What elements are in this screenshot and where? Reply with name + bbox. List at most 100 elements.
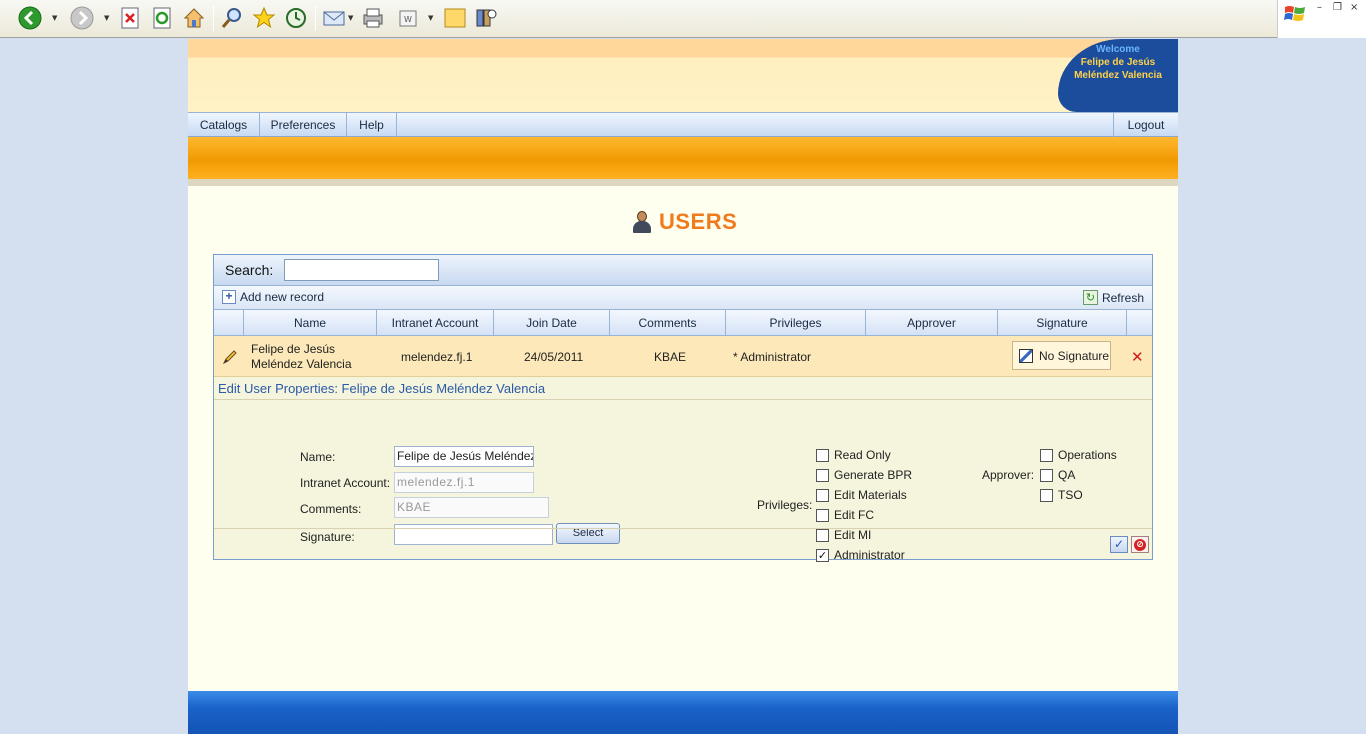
cell-comments: KBAE — [654, 349, 687, 364]
research-icon[interactable] — [474, 6, 498, 30]
header-signature[interactable]: Signature — [998, 310, 1127, 336]
restore-icon[interactable]: ❐ — [1333, 2, 1342, 13]
edit-mi-label: Edit MI — [834, 528, 872, 542]
mail-icon[interactable] — [322, 6, 346, 30]
edit-dropdown-icon[interactable]: ▼ — [428, 14, 433, 22]
signature-label: Signature: — [300, 530, 355, 544]
image-icon — [1019, 348, 1033, 363]
menu-help[interactable]: Help — [347, 113, 397, 137]
delete-icon[interactable]: ✕ — [1131, 348, 1144, 366]
search-label: Search: — [225, 262, 274, 278]
checkbox-edit-materials[interactable] — [816, 488, 829, 502]
checkbox-generate-bpr[interactable] — [816, 468, 829, 482]
command-bar: + Add new record ↻ Refresh — [214, 286, 1152, 310]
add-new-record-button[interactable]: + Add new record — [222, 290, 324, 304]
privilege-edit-fc[interactable]: Edit FC — [816, 508, 874, 522]
forward-dropdown-icon[interactable]: ▼ — [104, 14, 109, 22]
header-name[interactable]: Name — [244, 310, 377, 336]
intranet-account-field[interactable]: melendez.fj.1 — [394, 472, 534, 493]
mail-dropdown-icon[interactable]: ▼ — [348, 14, 353, 22]
search-input[interactable] — [284, 259, 439, 281]
header-edit-column — [214, 310, 244, 336]
privilege-read-only[interactable]: Read Only — [816, 448, 891, 462]
cell-name: Felipe de Jesús Meléndez Valencia — [251, 336, 377, 377]
welcome-panel: Welcome Felipe de Jesús Meléndez Valenci… — [1058, 39, 1178, 112]
refresh-button[interactable]: ↻ Refresh — [1082, 290, 1144, 305]
minimize-icon[interactable]: – — [1317, 2, 1322, 13]
edit-form-title: Edit User Properties: Felipe de Jesús Me… — [218, 381, 546, 396]
signature-status: No Signature — [1039, 348, 1110, 363]
privilege-administrator[interactable]: ✓ Administrator — [816, 548, 905, 562]
checkbox-edit-mi[interactable] — [816, 528, 829, 542]
approver-tso[interactable]: TSO — [1040, 488, 1083, 502]
cell-name-line2: Meléndez Valencia — [251, 356, 352, 371]
back-dropdown-icon[interactable]: ▼ — [52, 14, 57, 22]
comments-label: Comments: — [300, 502, 362, 516]
refresh-icon[interactable] — [150, 6, 174, 30]
close-window-icon[interactable]: × — [1350, 2, 1358, 13]
menu-catalogs[interactable]: Catalogs — [188, 113, 260, 137]
approver-qa[interactable]: QA — [1040, 468, 1075, 482]
page-title: USERS — [631, 207, 737, 237]
checkbox-read-only[interactable] — [816, 448, 829, 462]
add-new-record-label: Add new record — [240, 290, 325, 304]
home-icon[interactable] — [182, 6, 206, 30]
menu-preferences[interactable]: Preferences — [260, 113, 347, 137]
checkbox-tso[interactable] — [1040, 488, 1053, 502]
page: Welcome Felipe de Jesús Meléndez Valenci… — [188, 39, 1178, 734]
grid-header: Name Intranet Account Join Date Comments… — [214, 310, 1152, 336]
cancel-button[interactable]: ⊘ — [1131, 536, 1149, 553]
forward-icon[interactable] — [70, 6, 94, 30]
table-row[interactable]: Felipe de Jesús Meléndez Valencia melend… — [214, 336, 1152, 377]
header-join-date[interactable]: Join Date — [494, 310, 610, 336]
search-icon[interactable] — [220, 6, 244, 30]
privilege-edit-mi[interactable]: Edit MI — [816, 528, 871, 542]
save-button[interactable]: ✓ — [1110, 536, 1128, 553]
header-privileges[interactable]: Privileges — [726, 310, 866, 336]
menu-bar: Catalogs Preferences Help Logout — [188, 112, 1178, 137]
privileges-label: Privileges: — [757, 498, 813, 512]
checkbox-operations[interactable] — [1040, 448, 1053, 462]
windows-logo-icon — [1284, 6, 1305, 21]
search-bar: Search: — [214, 255, 1152, 286]
discuss-icon[interactable] — [443, 6, 467, 30]
privilege-edit-materials[interactable]: Edit Materials — [816, 488, 907, 502]
privilege-generate-bpr[interactable]: Generate BPR — [816, 468, 912, 482]
edit-fc-label: Edit FC — [834, 508, 875, 522]
comments-field[interactable]: KBAE — [394, 497, 549, 518]
read-only-label: Read Only — [834, 448, 891, 462]
back-icon[interactable] — [18, 6, 42, 30]
edit-materials-label: Edit Materials — [834, 488, 907, 502]
select-button[interactable]: Select — [556, 523, 620, 544]
history-icon[interactable] — [284, 6, 308, 30]
header-comments[interactable]: Comments — [610, 310, 726, 336]
cell-privileges: * Administrator — [733, 349, 812, 364]
checkmark-icon: ✓ — [1113, 537, 1125, 551]
checkbox-administrator[interactable]: ✓ — [816, 548, 829, 562]
approver-operations[interactable]: Operations — [1040, 448, 1117, 462]
users-grid: Search: + Add new record ↻ Refresh Name … — [213, 254, 1153, 562]
print-icon[interactable] — [361, 6, 385, 30]
header-approver[interactable]: Approver — [866, 310, 998, 336]
refresh-label: Refresh — [1101, 290, 1144, 305]
operations-label: Operations — [1058, 448, 1117, 462]
checkbox-qa[interactable] — [1040, 468, 1053, 482]
stop-icon[interactable] — [118, 6, 142, 30]
edit-form-separator — [214, 399, 1152, 400]
window-controls: – ❐ × — [1277, 0, 1366, 38]
edit-pencil-icon[interactable] — [222, 349, 238, 365]
logout-button[interactable]: Logout — [1113, 113, 1178, 137]
cell-join-date: 24/05/2011 — [524, 349, 584, 364]
user-name-line2: Meléndez Valencia — [1074, 70, 1162, 81]
user-name-line1: Felipe de Jesús — [1080, 57, 1156, 68]
page-footer — [188, 691, 1178, 734]
divider-band — [188, 179, 1178, 186]
plus-icon: + — [222, 290, 236, 304]
signature-thumbnail[interactable]: No Signature — [1012, 341, 1111, 370]
edit-icon[interactable]: W — [396, 6, 420, 30]
name-field[interactable]: Felipe de Jesús Meléndez V — [394, 446, 534, 467]
header-intranet-account[interactable]: Intranet Account — [377, 310, 494, 336]
checkbox-edit-fc[interactable] — [816, 508, 829, 522]
favorites-icon[interactable] — [252, 6, 276, 30]
welcome-label: Welcome — [1096, 44, 1140, 55]
